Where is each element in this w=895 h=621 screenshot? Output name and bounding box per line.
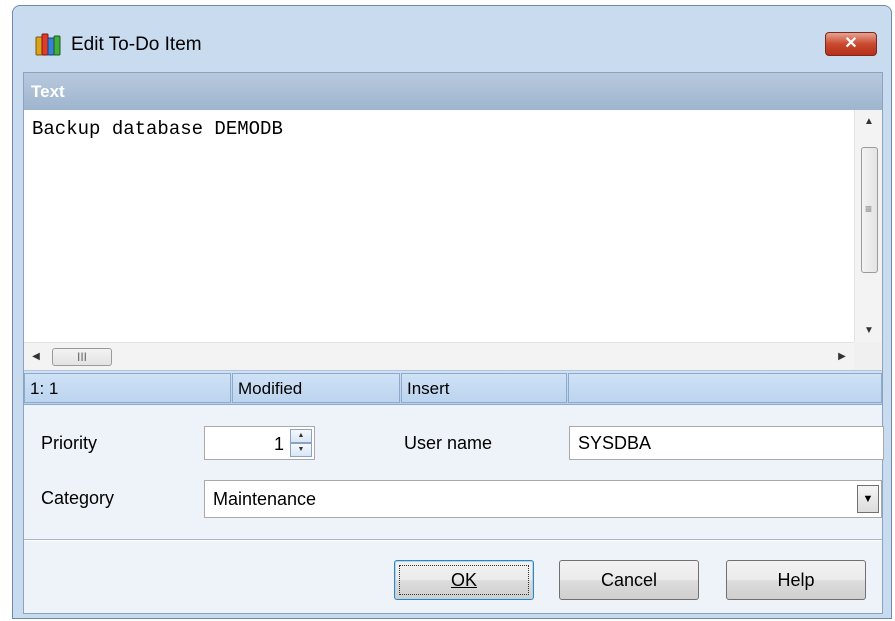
- cursor-position: 1: 1: [24, 373, 231, 403]
- app-database-icon: [35, 31, 61, 57]
- ok-button[interactable]: OK: [394, 560, 534, 600]
- spinner-buttons[interactable]: ▲ ▼: [290, 429, 312, 457]
- scrollbar-corner: [854, 342, 882, 370]
- category-value: Maintenance: [213, 489, 317, 509]
- scroll-down-icon[interactable]: ▼: [855, 319, 883, 343]
- close-button[interactable]: ✕: [825, 32, 877, 56]
- vertical-scroll-thumb[interactable]: ≡: [861, 147, 878, 273]
- text-editor[interactable]: Backup database DEMODB ▲ ≡ ▼ ◀ III ▶: [24, 110, 882, 371]
- help-button[interactable]: Help: [726, 560, 866, 600]
- cancel-label: Cancel: [600, 570, 658, 590]
- vertical-scrollbar[interactable]: ▲ ≡ ▼: [854, 110, 882, 343]
- insert-mode-status: Insert: [401, 373, 567, 403]
- category-select[interactable]: Maintenance ▼: [204, 480, 882, 518]
- text-section-header: Text: [24, 73, 882, 110]
- chevron-down-icon[interactable]: ▼: [857, 485, 879, 513]
- user-name-field[interactable]: SYSDBA: [569, 426, 884, 460]
- focus-rectangle: [399, 565, 529, 595]
- edit-todo-dialog: Edit To-Do Item ✕ Text Backup database D…: [12, 5, 892, 619]
- horizontal-scrollbar[interactable]: ◀ III ▶: [24, 342, 854, 370]
- window-title: Edit To-Do Item: [71, 34, 202, 55]
- spin-up-icon[interactable]: ▲: [290, 429, 312, 443]
- status-extra: [568, 373, 882, 403]
- editor-status-bar: 1: 1 Modified Insert: [24, 371, 882, 405]
- priority-value[interactable]: 1: [274, 434, 284, 455]
- user-name-label: User name: [404, 433, 493, 453]
- dialog-client-area: Text Backup database DEMODB ▲ ≡ ▼ ◀ III …: [23, 72, 884, 614]
- scroll-right-icon[interactable]: ▶: [830, 343, 854, 371]
- priority-spinner[interactable]: 1 ▲ ▼: [204, 426, 315, 460]
- modified-status: Modified: [232, 373, 400, 403]
- cancel-button[interactable]: Cancel: [559, 560, 699, 600]
- horizontal-scroll-thumb[interactable]: III: [52, 348, 112, 366]
- button-divider: [24, 539, 882, 541]
- grip-icon: ≡: [865, 202, 873, 216]
- priority-label: Priority: [41, 433, 98, 453]
- help-label: Help: [777, 570, 815, 590]
- spin-down-icon[interactable]: ▼: [290, 443, 312, 457]
- editor-content[interactable]: Backup database DEMODB: [32, 118, 283, 140]
- item-properties-form: Priority 1 ▲ ▼ User name SYSDBA Category…: [24, 406, 884, 538]
- title-bar[interactable]: Edit To-Do Item ✕: [13, 6, 891, 72]
- scroll-up-icon[interactable]: ▲: [855, 110, 883, 134]
- category-label: Category: [41, 488, 115, 508]
- scroll-left-icon[interactable]: ◀: [24, 343, 48, 371]
